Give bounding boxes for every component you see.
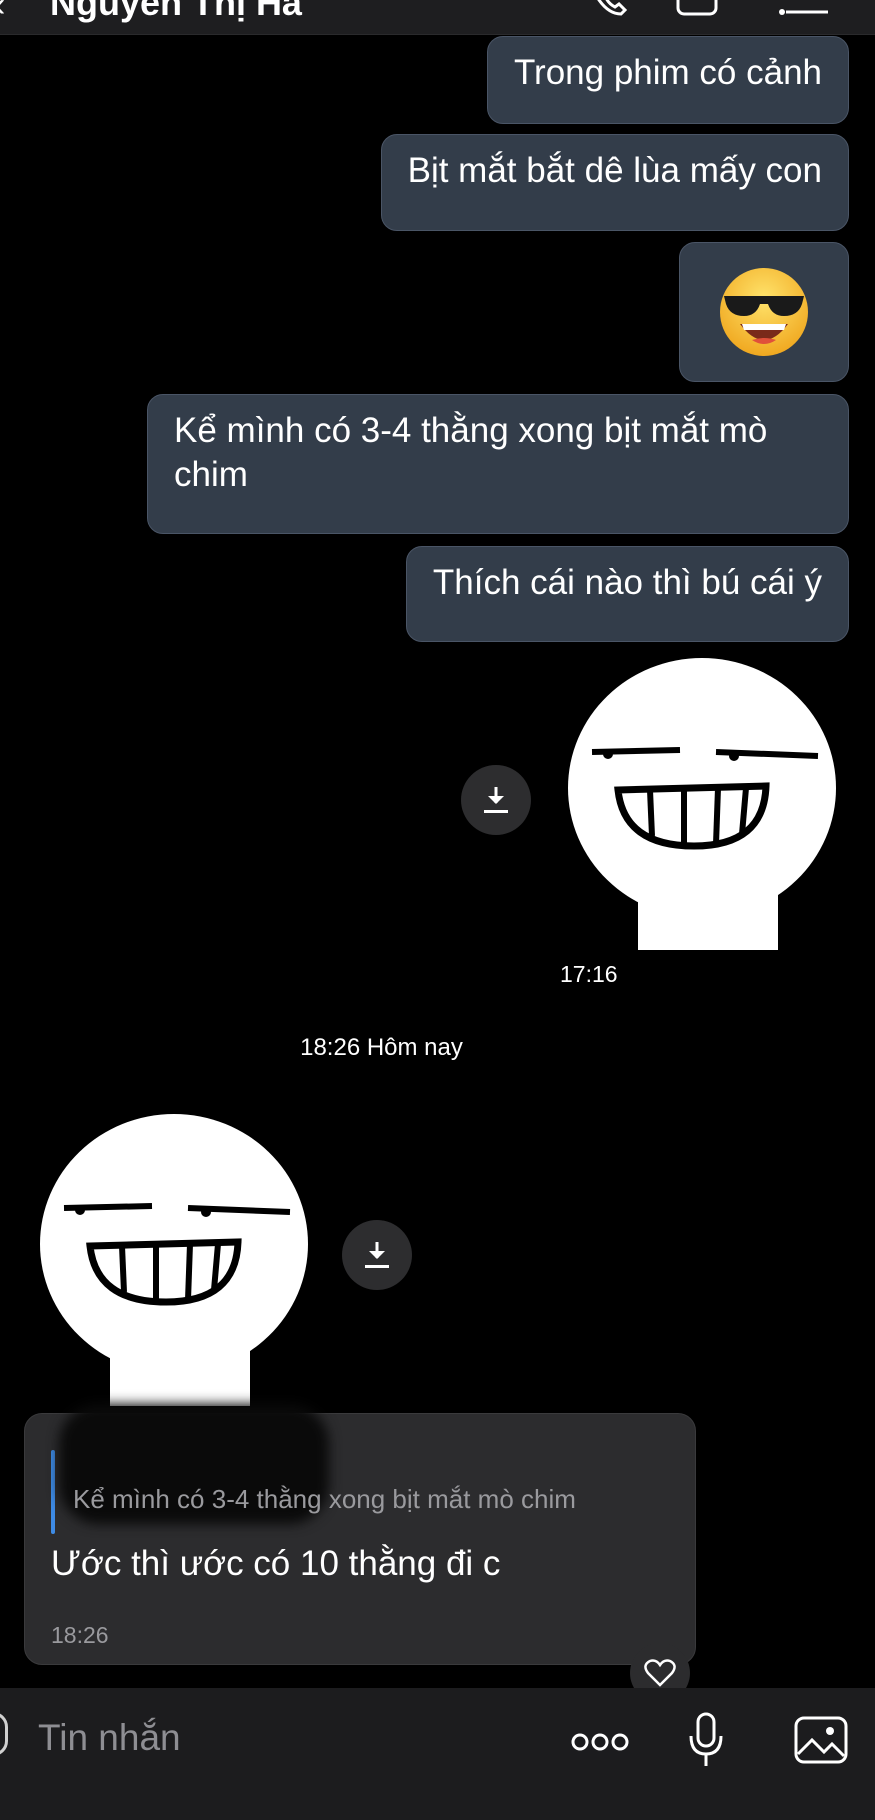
microphone-icon[interactable] — [688, 1712, 724, 1768]
image-icon[interactable] — [794, 1716, 848, 1764]
outgoing-message[interactable]: Bịt mắt bắt dê lùa mấy con — [380, 134, 849, 231]
message-text: Ước thì ước có 10 thằng đi c — [51, 1544, 501, 1583]
chevron-left-icon[interactable]: ‹ — [0, 0, 5, 25]
message-text-line-2: chim — [174, 455, 248, 494]
incoming-reply-message[interactable]: Kể mình có 3-4 thằng xong bịt mắt mò chi… — [24, 1404, 696, 1665]
smug-grin-sticker[interactable] — [38, 1114, 308, 1406]
sunglasses-emoji-icon — [720, 268, 808, 356]
download-icon — [365, 1242, 389, 1268]
download-button[interactable] — [461, 765, 531, 835]
chat-header: ‹ Nguyễn Thị Hà — [0, 0, 875, 35]
heart-icon — [644, 1659, 676, 1687]
message-text: Thích cái nào thì bú cái ý — [432, 563, 822, 602]
emoji-icon[interactable] — [0, 1712, 8, 1756]
outgoing-emoji-message[interactable] — [679, 242, 849, 382]
message-text-line-1: Kể mình có 3-4 thằng xong bịt mắt mò — [174, 411, 768, 450]
sticker-timestamp: 17:16 — [560, 961, 618, 987]
message-timestamp: 18:26 — [51, 1622, 109, 1648]
download-icon — [484, 787, 508, 813]
menu-icon[interactable] — [778, 0, 830, 18]
call-icon[interactable] — [595, 0, 629, 18]
message-text: Trong phim có cảnh — [513, 53, 822, 92]
outgoing-message[interactable]: Kể mình có 3-4 thằng xong bịt mắt mò chi… — [147, 394, 849, 534]
smug-grin-sticker[interactable] — [566, 658, 836, 950]
quote-accent-bar — [51, 1450, 55, 1534]
contact-name[interactable]: Nguyễn Thị Hà — [50, 0, 302, 24]
video-icon[interactable] — [676, 0, 720, 18]
message-composer — [0, 1688, 875, 1820]
outgoing-message[interactable]: Thích cái nào thì bú cái ý — [405, 546, 849, 642]
date-separator: 18:26 Hôm nay — [300, 1034, 463, 1061]
more-icon[interactable] — [570, 1732, 630, 1752]
outgoing-message[interactable]: Trong phim có cảnh — [486, 36, 849, 124]
quoted-message-text[interactable]: Kể mình có 3-4 thằng xong bịt mắt mò chi… — [73, 1484, 576, 1515]
download-button[interactable] — [342, 1220, 412, 1290]
message-text: Bịt mắt bắt dê lùa mấy con — [407, 151, 822, 190]
message-input[interactable] — [36, 1716, 510, 1760]
